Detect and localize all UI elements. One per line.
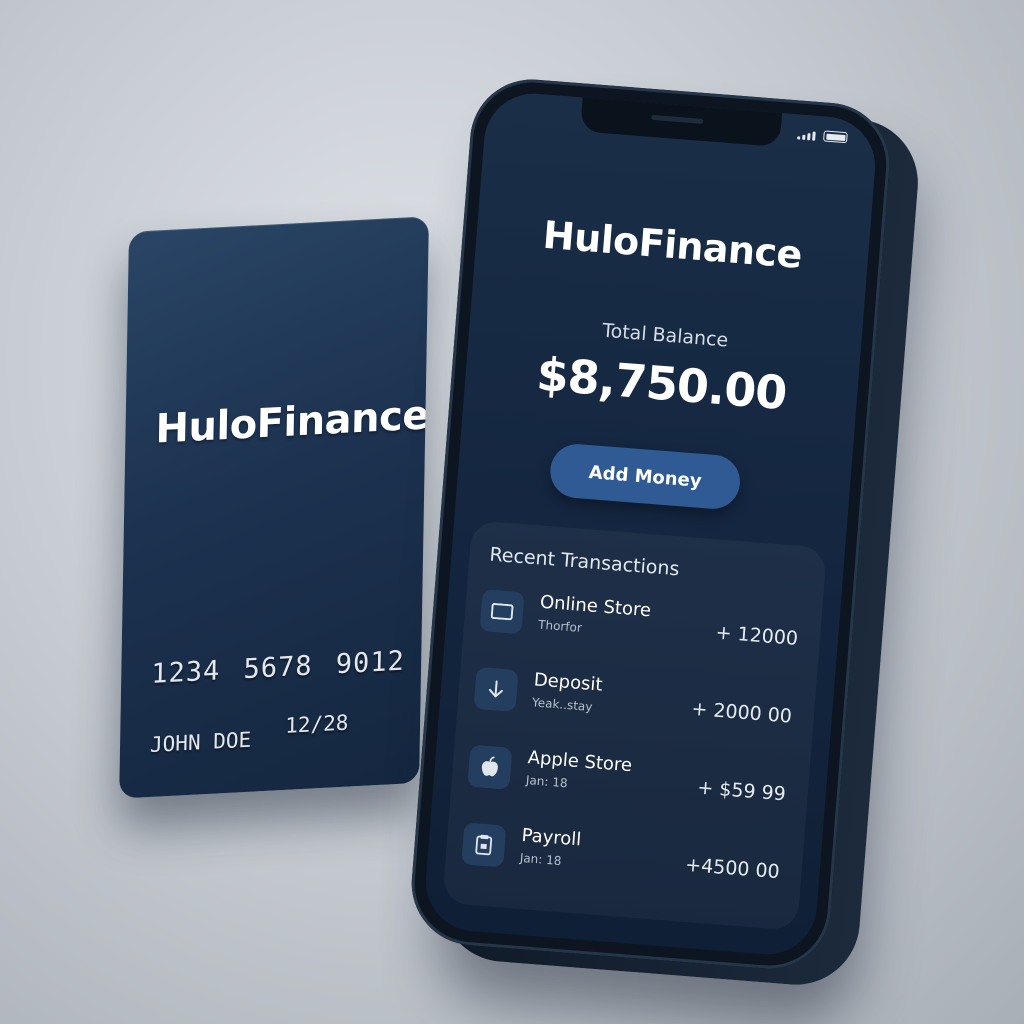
payroll-icon [461, 822, 507, 868]
status-bar [797, 128, 848, 144]
card-icon [479, 589, 525, 635]
notch [580, 97, 783, 147]
transactions-list: Online Store Thorfor + 12000 Deposit Yea… [443, 584, 822, 923]
signal-icon [797, 130, 816, 141]
arrow-down-icon [473, 666, 519, 712]
phone: HuloFinance Total Balance $8,750.00 Add … [406, 74, 923, 990]
transaction-date: Jan: 18 [519, 850, 562, 869]
add-money-button[interactable]: Add Money [548, 442, 743, 511]
transaction-amount: +4500 00 [684, 853, 781, 884]
phone-screen: HuloFinance Total Balance $8,750.00 Add … [422, 89, 879, 959]
card-brand: HuloFinance [155, 392, 429, 453]
card-holder-name: JOHN DOE [149, 727, 252, 757]
transaction-name: Online Store [539, 591, 652, 622]
transaction-date: Jan: 18 [525, 773, 569, 791]
card-expiry: 12/28 [285, 710, 349, 738]
card-number: 1234 5678 9012 [150, 645, 406, 690]
transaction-name: Payroll [520, 824, 583, 851]
transaction-name: Apple Store [526, 747, 633, 777]
transaction-date: Thorfor [537, 617, 583, 635]
battery-icon [823, 130, 848, 144]
transaction-amount: + 2000 00 [690, 697, 793, 728]
credit-card: HuloFinance 1234 5678 9012 JOHN DOE 12/2… [119, 216, 429, 799]
app-title: HuloFinance [541, 212, 804, 277]
phone-body: HuloFinance Total Balance $8,750.00 Add … [407, 74, 894, 974]
transactions-panel: Recent Transactions Online Store Thorfor… [442, 520, 828, 931]
transactions-heading: Recent Transactions [488, 543, 681, 581]
transaction-amount: + 12000 [714, 621, 799, 650]
scene: HuloFinance 1234 5678 9012 JOHN DOE 12/2… [0, 0, 1024, 1024]
transaction-name: Deposit [533, 669, 604, 696]
transaction-date: Yeak..stay [531, 695, 593, 715]
apple-icon [467, 744, 513, 790]
transaction-amount: + $59 99 [696, 776, 787, 806]
